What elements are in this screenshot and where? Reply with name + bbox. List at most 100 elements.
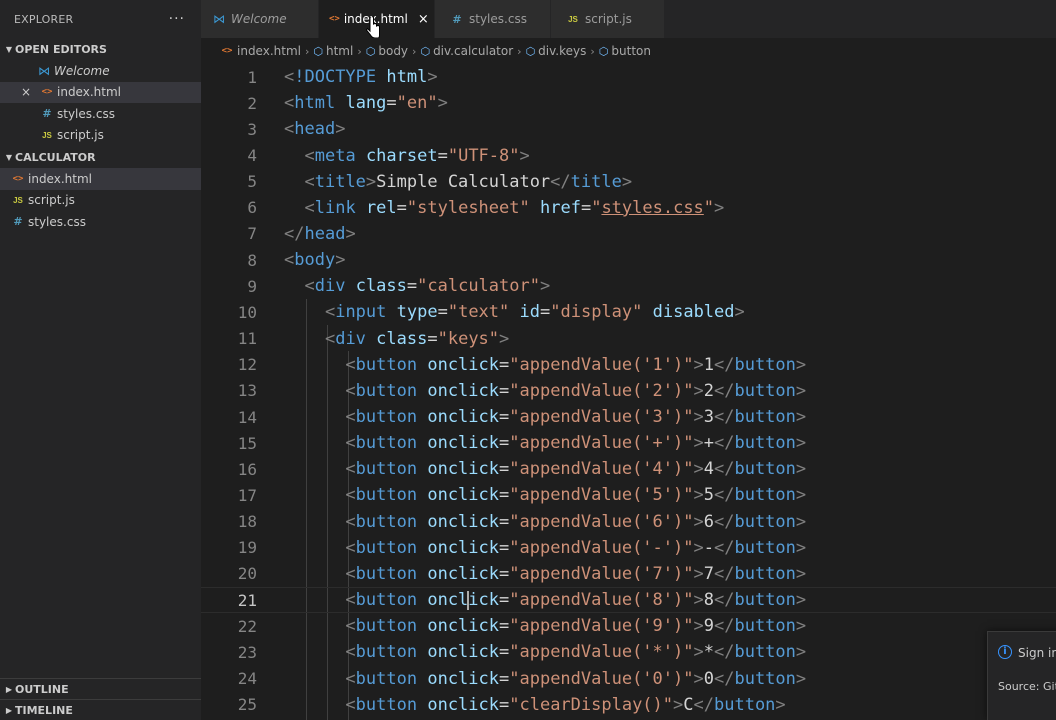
code-line[interactable]: 24 <button onclick="appendValue('0')">0<… xyxy=(201,665,1056,691)
open-editors-section[interactable]: ▼ OPEN EDITORS xyxy=(0,38,201,60)
outline-section[interactable]: ▶ OUTLINE xyxy=(0,678,201,699)
line-number: 9 xyxy=(247,276,257,296)
open-editor-label: Welcome xyxy=(54,63,110,78)
code-text: <button onclick="appendValue('+')">+</bu… xyxy=(284,433,806,453)
tab-styles-css[interactable]: # styles.css xyxy=(435,0,551,38)
code-text: <div class="calculator"> xyxy=(284,276,550,296)
timeline-section[interactable]: ▶ TIMELINE xyxy=(0,699,201,720)
code-token: </ xyxy=(713,459,735,480)
code-token: + xyxy=(703,433,714,454)
breadcrumb-button[interactable]: ⬡ button xyxy=(599,44,651,58)
code-token: > xyxy=(437,93,448,114)
file-script-js[interactable]: JS script.js xyxy=(0,190,201,212)
tab-script-js[interactable]: JS script.js xyxy=(551,0,665,38)
code-token: button xyxy=(355,668,418,689)
code-token: " xyxy=(703,197,715,218)
code-token: < xyxy=(345,459,356,480)
code-token: </ xyxy=(714,590,735,611)
code-line[interactable]: 7 </head> xyxy=(201,221,1056,247)
code-token: 8 xyxy=(703,590,714,611)
code-token: "appendValue('9')" xyxy=(509,616,694,637)
code-token: < xyxy=(345,433,356,454)
code-token: < xyxy=(284,67,295,88)
breadcrumb-label: div.calculator xyxy=(433,44,514,58)
code-line[interactable]: 3 <head> xyxy=(201,116,1056,142)
breadcrumb-html[interactable]: ⬡ html › xyxy=(313,44,365,58)
code-token: onclick xyxy=(427,694,499,715)
code-token: button xyxy=(355,380,418,401)
code-line[interactable]: 13 <button onclick="appendValue('2')">2<… xyxy=(201,378,1056,404)
code-line[interactable]: 4 <meta charset="UTF-8"> xyxy=(201,142,1056,168)
code-token: - xyxy=(703,537,714,558)
code-token: onclick xyxy=(427,616,499,637)
code-token: button xyxy=(734,537,796,558)
code-token: = xyxy=(499,380,510,401)
code-line[interactable]: 19 <button onclick="appendValue('-')">-<… xyxy=(201,535,1056,561)
close-icon[interactable]: × xyxy=(21,85,31,99)
code-line[interactable]: 14 <button onclick="appendValue('3')">3<… xyxy=(201,404,1056,430)
code-line[interactable]: 21 <button onclick="appendValue('8')">8<… xyxy=(201,587,1056,614)
code-line[interactable]: 6 <link rel="stylesheet" href="styles.cs… xyxy=(201,195,1056,221)
code-line[interactable]: 17 <button onclick="appendValue('5')">5<… xyxy=(201,482,1056,508)
code-token: </ xyxy=(713,380,735,401)
code-line[interactable]: 18 <button onclick="appendValue('6')">6<… xyxy=(201,509,1056,535)
code-line[interactable]: 9 <div class="calculator"> xyxy=(201,273,1056,299)
code-editor[interactable]: 1 <!DOCTYPE html> 2 <html lang="en"> 3 <head>… xyxy=(201,64,1056,720)
notification-toast[interactable]: i Sign in Source: Git xyxy=(987,631,1056,720)
code-token: < xyxy=(304,197,315,218)
code-token: button xyxy=(734,511,796,532)
code-line[interactable]: 12 <button onclick="appendValue('1')">1<… xyxy=(201,352,1056,378)
code-token: > xyxy=(693,563,704,584)
code-line[interactable]: 16 <button onclick="appendValue('4')">4<… xyxy=(201,456,1056,482)
code-line[interactable]: 22 <button onclick="appendValue('9')">9<… xyxy=(201,613,1056,639)
code-token: button xyxy=(355,537,418,558)
file-index-html[interactable]: <> index.html xyxy=(0,168,201,190)
line-number: 20 xyxy=(237,564,257,584)
file-styles-css[interactable]: # styles.css xyxy=(0,211,201,233)
breadcrumb-body[interactable]: ⬡ body › xyxy=(366,44,421,58)
more-actions-icon[interactable]: ··· xyxy=(169,11,185,27)
code-token: < xyxy=(304,145,315,166)
close-icon[interactable]: × xyxy=(418,12,429,27)
code-line[interactable]: 25 <button onclick="clearDisplay()">C</b… xyxy=(201,692,1056,718)
folder-section-calculator[interactable]: ▼ CALCULATOR xyxy=(0,146,201,168)
breadcrumb-div-calculator[interactable]: ⬡ div.calculator › xyxy=(420,44,525,58)
code-line[interactable]: 1 <!DOCTYPE html> xyxy=(201,64,1056,90)
code-token: > xyxy=(795,380,807,401)
code-line[interactable]: 15 <button onclick="appendValue('+')">+<… xyxy=(201,430,1056,456)
breadcrumb-div-keys[interactable]: ⬡ div.keys › xyxy=(526,44,599,58)
js-file-icon: JS xyxy=(13,195,23,205)
code-token: onclick xyxy=(427,563,499,584)
code-text: </head> xyxy=(284,224,356,244)
code-token: onclick xyxy=(427,407,499,427)
open-editor-index-html[interactable]: × <> index.html xyxy=(0,81,201,103)
tab-welcome[interactable]: ⋈ Welcome xyxy=(201,0,319,38)
code-line[interactable]: 10 <input type="text" id="display" disab… xyxy=(201,299,1056,325)
code-line[interactable]: 23 <button onclick="appendValue('*')">*<… xyxy=(201,639,1056,665)
code-line[interactable]: 2 <html lang="en"> xyxy=(201,90,1056,116)
code-text: <button onclick="appendValue('5')">5</bu… xyxy=(284,485,806,505)
code-token: "appendValue('7')" xyxy=(509,563,694,584)
code-token: button xyxy=(734,433,796,454)
code-token: title xyxy=(570,171,622,192)
code-line[interactable]: 8 <body> xyxy=(201,247,1056,273)
open-editor-styles-css[interactable]: # styles.css xyxy=(0,103,201,125)
code-token: </ xyxy=(284,223,305,244)
code-line[interactable]: 11 <div class="keys"> xyxy=(201,326,1056,352)
code-token: "stylesheet" xyxy=(406,197,530,218)
open-editors-label: OPEN EDITORS xyxy=(15,42,107,56)
open-editor-welcome[interactable]: ⋈ Welcome xyxy=(0,60,201,82)
code-line[interactable]: 20 <button onclick="appendValue('7')">7<… xyxy=(201,561,1056,587)
breadcrumb-file[interactable]: <> index.html › xyxy=(219,44,313,58)
code-token: button xyxy=(734,616,796,637)
open-editor-script-js[interactable]: JS script.js xyxy=(0,125,201,147)
code-line[interactable]: 5 <title>Simple Calculator</title> xyxy=(201,169,1056,195)
line-number: 2 xyxy=(247,93,257,113)
